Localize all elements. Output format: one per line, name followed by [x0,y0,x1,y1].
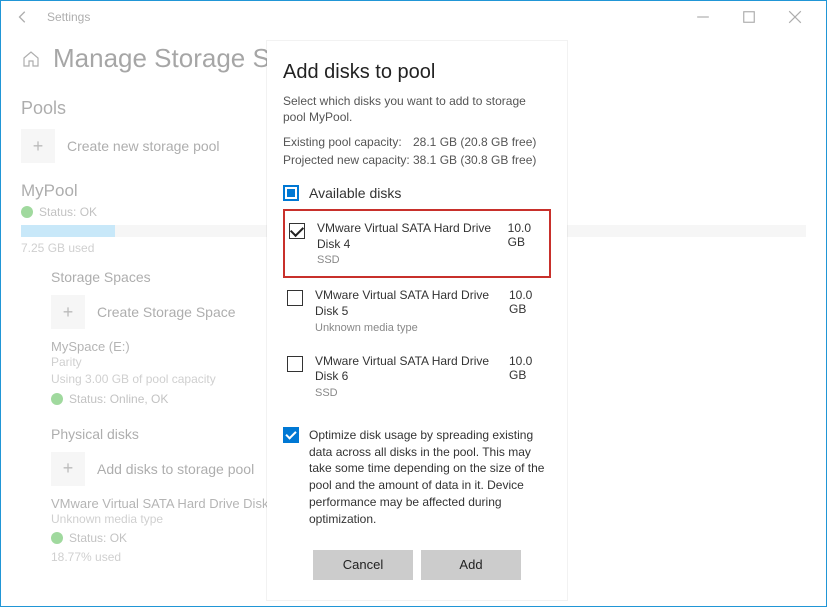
home-icon[interactable] [21,49,41,69]
pool-status-text: Status: OK [39,205,97,219]
dialog-title: Add disks to pool [283,61,551,84]
disk-list: VMware Virtual SATA Hard Drive Disk 4 SSD… [283,209,551,409]
arrow-left-icon [16,10,30,24]
available-disks-header[interactable]: Available disks [283,185,551,201]
physical-status-text: Status: OK [69,531,127,545]
close-button[interactable] [772,1,818,33]
dialog-description: Select which disks you want to add to st… [283,94,551,125]
status-ok-icon [51,393,63,405]
optimize-row[interactable]: Optimize disk usage by spreading existin… [283,427,551,528]
add-button[interactable]: Add [421,550,521,580]
disk-item[interactable]: VMware Virtual SATA Hard Drive Disk 4 SSD… [283,209,551,278]
plus-icon: + [51,452,85,486]
projected-capacity-row: Projected new capacity: 38.1 GB (30.8 GB… [283,153,551,167]
create-space-label: Create Storage Space [97,304,236,320]
projected-capacity-label: Projected new capacity: [283,153,413,167]
disk-type: SSD [317,254,496,266]
disk-info: VMware Virtual SATA Hard Drive Disk 6 SSD [315,354,497,399]
disk-name: VMware Virtual SATA Hard Drive Disk 6 [315,354,497,385]
available-disks-label: Available disks [309,185,401,201]
close-icon [788,10,802,24]
disk-info: VMware Virtual SATA Hard Drive Disk 5 Unk… [315,288,497,333]
optimize-checkbox[interactable] [283,427,299,443]
existing-capacity-value: 28.1 GB (20.8 GB free) [413,135,536,149]
optimize-text: Optimize disk usage by spreading existin… [309,427,551,528]
disk-name: VMware Virtual SATA Hard Drive Disk 4 [317,221,496,252]
add-disks-label: Add disks to storage pool [97,461,254,477]
disk-type: Unknown media type [315,322,497,334]
disk-size: 10.0 GB [509,288,547,316]
add-disks-dialog: Add disks to pool Select which disks you… [267,41,567,600]
window-title: Settings [47,10,90,24]
disk-checkbox[interactable] [287,290,303,306]
minimize-button[interactable] [680,1,726,33]
disk-item[interactable]: VMware Virtual SATA Hard Drive Disk 6 SSD… [283,344,551,409]
create-pool-label: Create new storage pool [67,138,220,154]
disk-type: SSD [315,387,497,399]
disk-size: 10.0 GB [508,221,545,249]
projected-capacity-value: 38.1 GB (30.8 GB free) [413,153,536,167]
pool-usage-fill [21,225,115,237]
disk-checkbox[interactable] [289,223,305,239]
back-button[interactable] [9,3,37,31]
existing-capacity-row: Existing pool capacity: 28.1 GB (20.8 GB… [283,135,551,149]
space-status-text: Status: Online, OK [69,392,168,406]
disk-item[interactable]: VMware Virtual SATA Hard Drive Disk 5 Unk… [283,278,551,343]
select-all-checkbox[interactable] [283,185,299,201]
window-titlebar: Settings [1,1,826,33]
plus-icon: + [51,295,85,329]
dialog-button-row: Cancel Add [283,550,551,580]
status-ok-icon [21,206,33,218]
status-ok-icon [51,532,63,544]
existing-capacity-label: Existing pool capacity: [283,135,413,149]
maximize-button[interactable] [726,1,772,33]
plus-icon: + [21,129,55,163]
disk-name: VMware Virtual SATA Hard Drive Disk 5 [315,288,497,319]
disk-info: VMware Virtual SATA Hard Drive Disk 4 SSD [317,221,496,266]
disk-checkbox[interactable] [287,356,303,372]
checkbox-indeterminate-icon [287,189,295,197]
cancel-button[interactable]: Cancel [313,550,413,580]
disk-size: 10.0 GB [509,354,547,382]
maximize-icon [742,10,756,24]
minimize-icon [696,10,710,24]
